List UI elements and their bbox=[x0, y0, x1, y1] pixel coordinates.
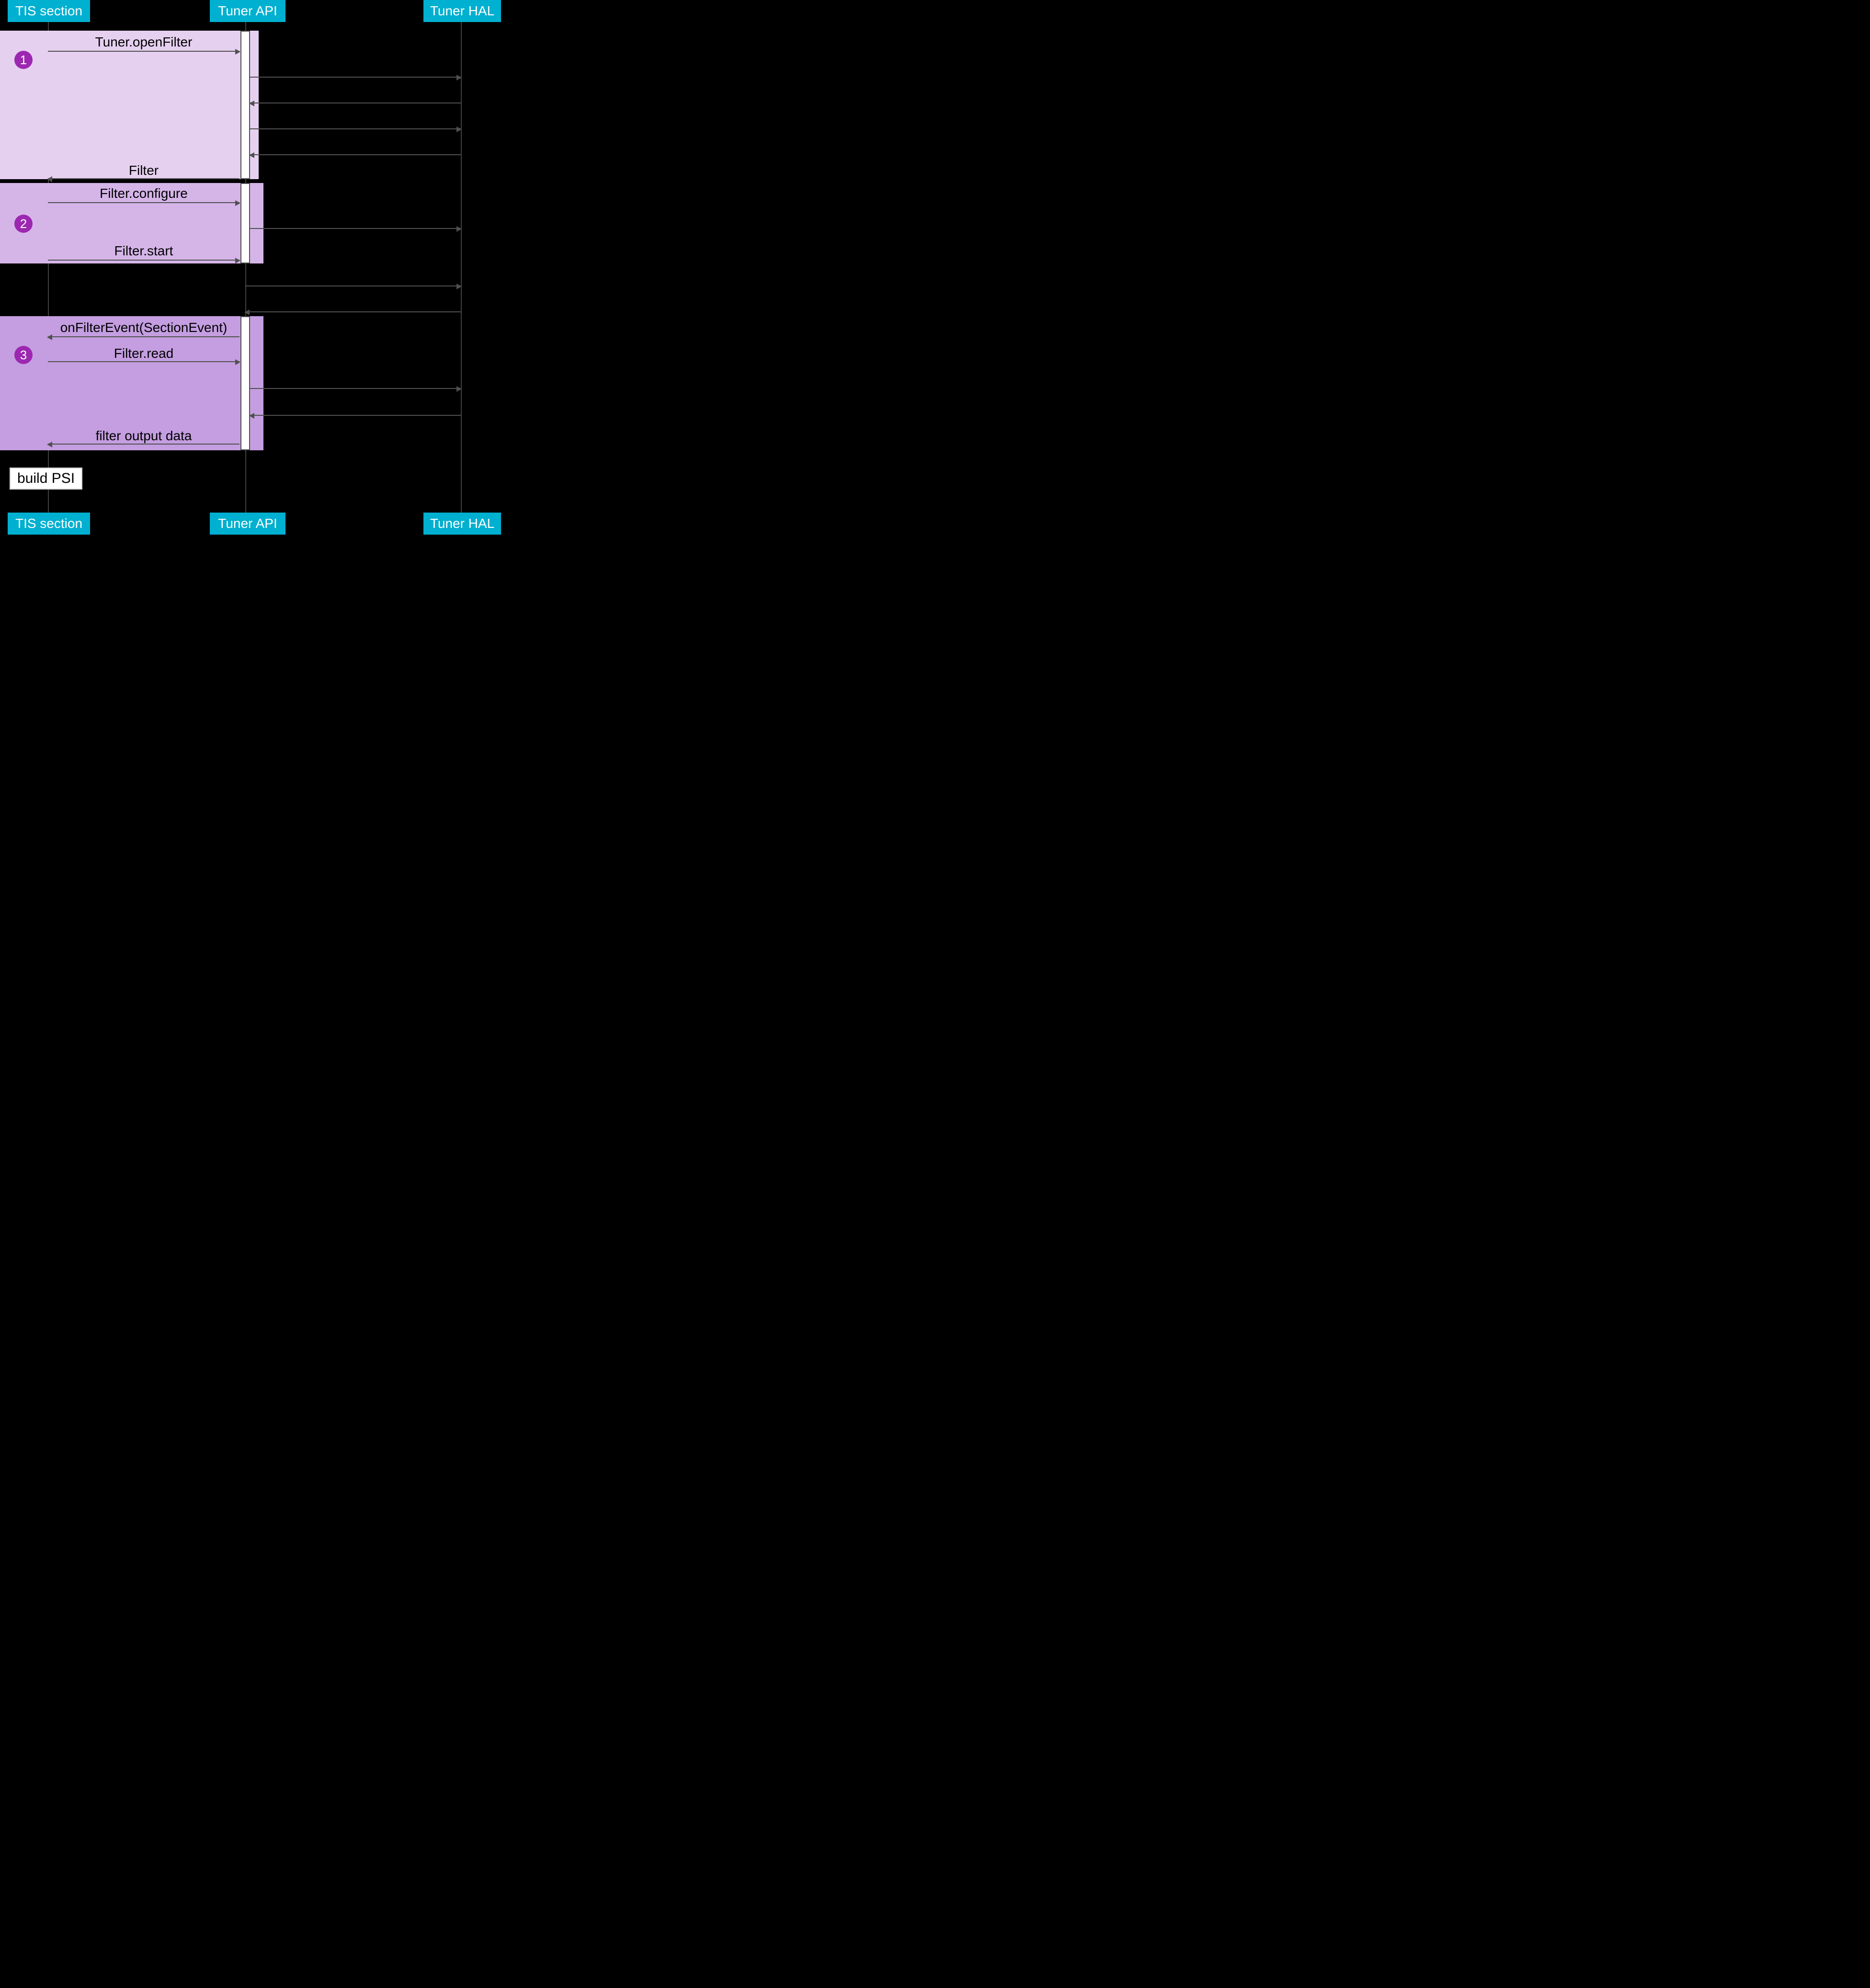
arrow-onfilterevent bbox=[48, 336, 239, 337]
header-tis-bottom: TIS section bbox=[8, 513, 90, 535]
step-badge-1: 1 bbox=[14, 51, 33, 69]
msg-read: Filter.read bbox=[48, 346, 239, 361]
note-build-psi: build PSI bbox=[10, 468, 82, 490]
lifeline-tuner-hal bbox=[461, 22, 462, 513]
arrow-open-filter bbox=[48, 51, 239, 52]
header-api-bottom: Tuner API bbox=[210, 513, 285, 535]
msg-output: filter output data bbox=[48, 428, 239, 444]
arrow-start bbox=[48, 260, 239, 261]
badge-label: 3 bbox=[20, 348, 27, 363]
msg-onfilterevent: onFilterEvent(SectionEvent) bbox=[48, 320, 239, 335]
msg-filter: Filter bbox=[48, 163, 239, 178]
phase-1-block bbox=[0, 31, 259, 179]
arrow-output bbox=[48, 444, 239, 445]
step-badge-3: 3 bbox=[14, 346, 33, 364]
arrow-api-hal-1 bbox=[250, 77, 461, 78]
activation-api-3 bbox=[240, 316, 250, 450]
header-hal-bottom: Tuner HAL bbox=[423, 513, 501, 535]
arrow-hal-api-5 bbox=[250, 415, 461, 416]
arrow-api-hal-5 bbox=[250, 388, 461, 389]
arrow-hal-api-4 bbox=[245, 311, 461, 312]
sequence-diagram: TIS section Tuner API Tuner HAL TIS sect… bbox=[0, 0, 502, 535]
arrow-api-hal-3 bbox=[250, 228, 461, 229]
header-label: Tuner HAL bbox=[430, 3, 494, 19]
note-label: build PSI bbox=[17, 470, 75, 486]
header-label: Tuner HAL bbox=[430, 516, 494, 531]
header-api-top: Tuner API bbox=[210, 0, 285, 22]
badge-label: 2 bbox=[20, 217, 27, 231]
msg-open-filter: Tuner.openFilter bbox=[48, 34, 239, 50]
arrow-read bbox=[48, 361, 239, 362]
step-badge-2: 2 bbox=[14, 215, 33, 233]
arrow-api-hal-2 bbox=[250, 128, 461, 129]
activation-api-1 bbox=[240, 31, 250, 179]
header-label: Tuner API bbox=[218, 3, 277, 19]
arrow-configure bbox=[48, 202, 239, 203]
badge-label: 1 bbox=[20, 53, 27, 68]
header-label: TIS section bbox=[15, 516, 82, 531]
header-label: TIS section bbox=[15, 3, 82, 19]
activation-api-2 bbox=[240, 183, 250, 263]
header-hal-top: Tuner HAL bbox=[423, 0, 501, 22]
arrow-filter bbox=[48, 178, 239, 179]
msg-configure: Filter.configure bbox=[48, 186, 239, 201]
arrow-hal-api-2 bbox=[250, 154, 461, 155]
header-tis-top: TIS section bbox=[8, 0, 90, 22]
msg-start: Filter.start bbox=[48, 243, 239, 259]
header-label: Tuner API bbox=[218, 516, 277, 531]
